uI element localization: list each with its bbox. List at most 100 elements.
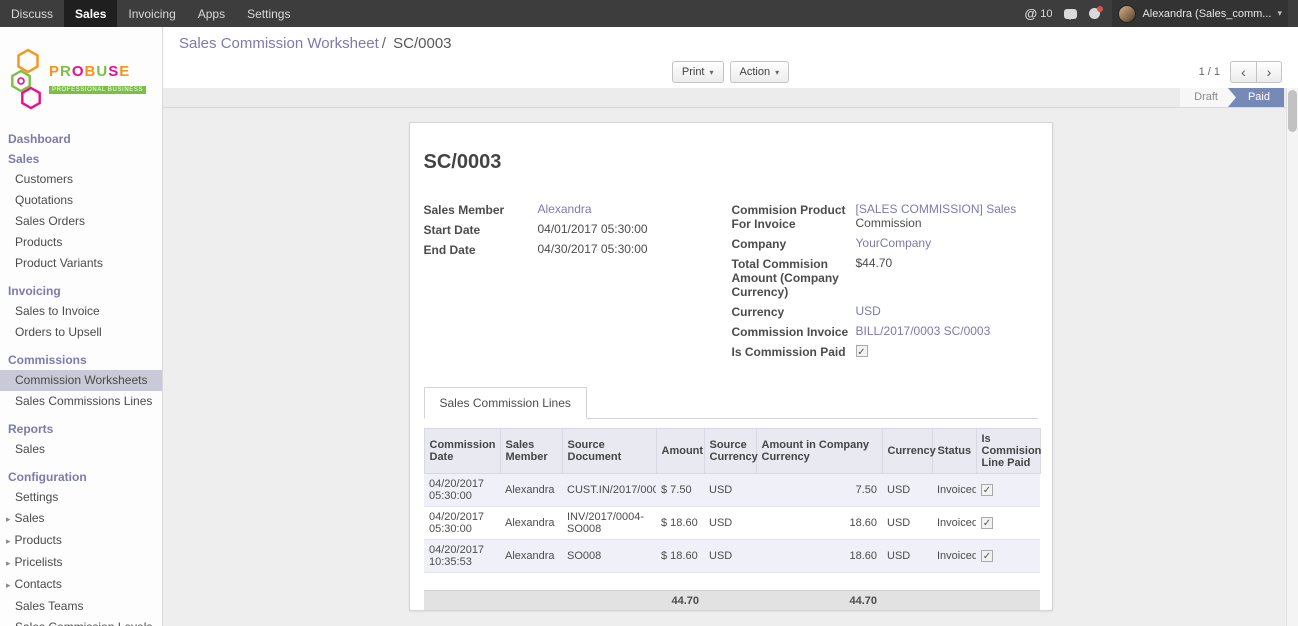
sales-member-link[interactable]: Alexandra [538,202,592,216]
print-button[interactable]: Print▾ [672,61,724,83]
col-header-amount-company[interactable]: Amount in Company Currency [756,429,882,474]
table-row[interactable]: 04/20/2017 05:30:00 Alexandra CUST.IN/20… [424,474,1040,507]
cell-amount: $ 18.60 [656,540,704,573]
col-header-amount[interactable]: Amount [656,429,704,474]
commission-product-rest: Commission [856,216,922,230]
sidebar-item-products[interactable]: Products [0,232,162,253]
cell-commission-date: 04/20/2017 05:30:00 [424,507,500,540]
menu-invoicing[interactable]: Invoicing [117,0,186,27]
table-row[interactable]: 04/20/2017 05:30:00 Alexandra INV/2017/0… [424,507,1040,540]
col-header-currency[interactable]: Currency [882,429,932,474]
col-header-status[interactable]: Status [932,429,976,474]
table-row[interactable]: 04/20/2017 10:35:53 Alexandra SO008 $ 18… [424,540,1040,573]
sidebar-item-reports-sales[interactable]: Sales [0,439,162,460]
cell-line-paid: ✓ [976,540,1040,573]
sidebar-item-contacts[interactable]: ▸Contacts [0,574,162,596]
sidebar-item-sales-commissions-lines[interactable]: Sales Commissions Lines [0,391,162,412]
line-paid-checkbox[interactable]: ✓ [981,484,993,496]
field-end-date: End Date 04/30/2017 05:30:00 [424,242,724,257]
pager: 1 / 1 ‹ › [1199,61,1282,83]
sidebar-heading-invoicing[interactable]: Invoicing [0,281,162,301]
line-paid-checkbox[interactable]: ✓ [981,517,993,529]
sidebar-item-sales-to-invoice[interactable]: Sales to Invoice [0,301,162,322]
breadcrumb-parent-link[interactable]: Sales Commission Worksheet [179,35,379,52]
cell-amount-company: 18.60 [756,540,882,573]
systray: @ 10 Alexandra (Sales_comm... ▾ [1025,0,1298,27]
commission-invoice-link[interactable]: BILL/2017/0003 SC/0003 [856,324,991,338]
col-header-source-currency[interactable]: Source Currency [704,429,756,474]
cell-commission-date: 04/20/2017 10:35:53 [424,540,500,573]
cell-amount: $ 18.60 [656,507,704,540]
action-button[interactable]: Action▾ [730,61,790,83]
user-name: Alexandra (Sales_comm... [1142,8,1271,20]
table-totals-row: 44.70 44.70 [424,591,1040,612]
sidebar-item-customers[interactable]: Customers [0,169,162,190]
activity-icon[interactable]: @ 10 [1025,6,1053,21]
bug-icon[interactable] [1089,8,1100,19]
sidebar-heading-configuration[interactable]: Configuration [0,467,162,487]
status-paid[interactable]: Paid [1228,88,1284,107]
currency-link[interactable]: USD [856,304,881,318]
logo-letter: U [96,63,108,80]
sidebar-item-product-variants[interactable]: Product Variants [0,253,162,274]
field-currency: Currency USD [732,304,1038,319]
pager-previous-button[interactable]: ‹ [1230,61,1256,83]
field-group-right: Commision Product For Invoice [SALES COM… [724,202,1038,359]
sidebar-heading-commissions[interactable]: Commissions [0,350,162,370]
sidebar-item-config-sales[interactable]: ▸Sales [0,508,162,530]
sidebar-item-sales-orders[interactable]: Sales Orders [0,211,162,232]
avatar [1118,5,1136,23]
cell-line-paid: ✓ [976,507,1040,540]
cell-source-document: INV/2017/0004-SO008 [562,507,656,540]
sidebar-heading-reports[interactable]: Reports [0,419,162,439]
col-header-source-document[interactable]: Source Document [562,429,656,474]
sidebar-item-config-products[interactable]: ▸Products [0,530,162,552]
field-label: Company [732,236,854,251]
sidebar-item-sales-teams[interactable]: Sales Teams [0,596,162,617]
status-draft[interactable]: Draft [1180,88,1236,107]
record-title: SC/0003 [424,151,1038,174]
caret-down-icon: ▾ [775,68,779,77]
cell-sales-member: Alexandra [500,474,562,507]
pager-next-button[interactable]: › [1256,61,1282,83]
col-header-line-paid[interactable]: Is Commision Line Paid [976,429,1040,474]
sidebar-item-quotations[interactable]: Quotations [0,190,162,211]
vertical-scrollbar[interactable] [1286,88,1298,626]
topbar: Discuss Sales Invoicing Apps Settings @ … [0,0,1298,27]
is-commission-paid-checkbox[interactable]: ✓ [856,345,868,357]
menu-apps[interactable]: Apps [187,0,236,27]
caret-right-icon: ▸ [6,536,11,546]
sidebar-item-sales-commission-levels[interactable]: Sales Commission Levels [0,617,162,626]
probuse-logo-icon [8,48,44,110]
cell-status: Invoiced [932,540,976,573]
probuse-logo: PROBUSE PROFESSIONAL BUSINESS [0,27,162,127]
sidebar-item-orders-to-upsell[interactable]: Orders to Upsell [0,322,162,343]
field-label: Is Commission Paid [732,344,854,359]
sidebar-item-commission-worksheets[interactable]: Commission Worksheets [0,370,162,391]
sidebar-heading-sales[interactable]: Sales [0,149,162,169]
col-header-commission-date[interactable]: Commission Date [424,429,500,474]
check-icon: ✓ [983,485,991,496]
menu-settings[interactable]: Settings [236,0,301,27]
tab-sales-commission-lines[interactable]: Sales Commission Lines [424,387,587,419]
sidebar-item-label: Contacts [15,577,62,591]
pager-value: 1 / 1 [1199,66,1220,78]
menu-sales[interactable]: Sales [64,0,117,27]
total-commission-amount-value: $44.70 [854,256,1038,270]
sidebar-item-pricelists[interactable]: ▸Pricelists [0,552,162,574]
user-menu[interactable]: Alexandra (Sales_comm... ▾ [1112,0,1288,27]
at-icon: @ [1025,6,1038,21]
field-commission-product: Commision Product For Invoice [SALES COM… [732,202,1038,231]
messages-icon[interactable] [1064,9,1077,19]
sidebar-item-label: Sales [15,511,45,525]
line-paid-checkbox[interactable]: ✓ [981,550,993,562]
menu-discuss[interactable]: Discuss [0,0,64,27]
company-link[interactable]: YourCompany [856,236,932,250]
cell-currency: USD [882,474,932,507]
sidebar-item-settings[interactable]: Settings [0,487,162,508]
scrollbar-thumb[interactable] [1288,90,1297,132]
commission-product-link[interactable]: [SALES COMMISSION] Sales [856,202,1017,216]
col-header-sales-member[interactable]: Sales Member [500,429,562,474]
sidebar-heading-dashboard[interactable]: Dashboard [0,129,162,149]
control-panel-buttons-row: Print▾ Action▾ 1 / 1 ‹ › [179,56,1282,88]
